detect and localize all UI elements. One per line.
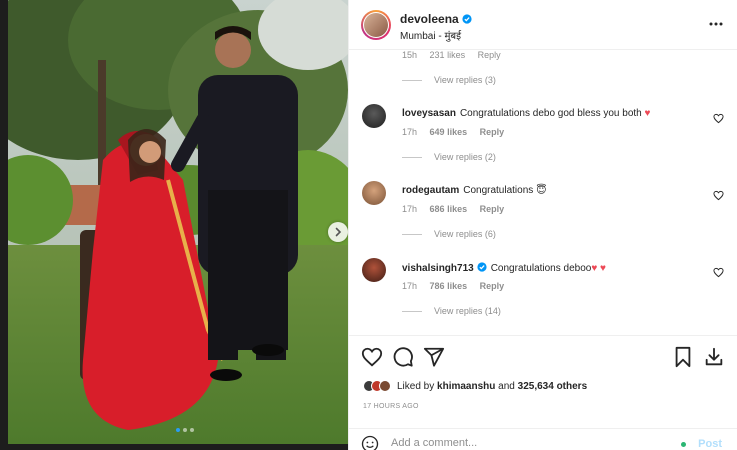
comment-icon[interactable] — [392, 346, 414, 368]
view-replies-label[interactable]: View replies (3) — [434, 75, 496, 85]
view-replies-label[interactable]: View replies (6) — [434, 229, 496, 239]
comment-body: Congratulations — [463, 185, 534, 196]
liker-avatar[interactable] — [379, 380, 391, 392]
view-replies-label[interactable]: View replies (14) — [434, 306, 501, 316]
reply-button[interactable]: Reply — [480, 204, 505, 214]
reply-button[interactable]: Reply — [480, 127, 505, 137]
reply-button[interactable]: Reply — [478, 50, 501, 60]
chevron-right-icon — [335, 227, 342, 237]
comment-text: loveysasan Congratulations debo god bless… — [402, 108, 650, 119]
likes-text: Liked by khimaanshu and 325,634 others — [397, 381, 587, 392]
emoji-icon[interactable] — [361, 435, 379, 450]
carousel-dot — [183, 428, 187, 432]
comment-like-heart-icon[interactable] — [713, 267, 724, 278]
post-location[interactable]: Mumbai - मुंबई — [400, 28, 461, 42]
comment-meta-partial: 15h 231 likes Reply — [402, 50, 511, 60]
download-icon[interactable] — [703, 346, 725, 368]
post-timestamp[interactable]: 17 HOURS AGO — [363, 403, 419, 410]
comment-time: 17h — [402, 281, 418, 291]
comment-meta: 17h 686 likes Reply — [402, 204, 514, 214]
comment-item: vishalsingh713 Congratulations deboo♥ ♥ 1… — [349, 258, 737, 298]
likes-count[interactable]: 325,634 others — [518, 381, 588, 392]
comment-meta: 17h 649 likes Reply — [402, 127, 514, 137]
comment-body: Congratulations deboo — [490, 263, 592, 274]
comment-likes[interactable]: 686 likes — [430, 204, 468, 214]
commenter-username[interactable]: vishalsingh713 — [402, 263, 474, 274]
view-replies-button[interactable]: View replies (2) — [402, 152, 496, 162]
add-comment-bar: Post — [349, 428, 737, 450]
author-avatar[interactable] — [361, 10, 391, 40]
comment-time: 15h — [402, 50, 418, 60]
verified-badge-icon — [462, 14, 472, 24]
bookmark-icon[interactable] — [672, 346, 694, 368]
comment-body: Congratulations debo god bless you both — [459, 108, 642, 119]
post-button[interactable]: Post — [698, 438, 722, 450]
post-actions — [349, 335, 737, 375]
likes-and: and — [498, 380, 515, 392]
comment-item: rodegautam Congratulations 😇 17h 686 like… — [349, 181, 737, 221]
comment-like-heart-icon[interactable] — [713, 190, 724, 201]
carousel-dots — [176, 428, 194, 432]
commenter-username[interactable]: loveysasan — [402, 108, 456, 119]
emoji: 😇 — [536, 185, 547, 196]
next-photo-button[interactable] — [328, 222, 348, 242]
comment-likes[interactable]: 786 likes — [430, 281, 468, 291]
comment-time: 17h — [402, 204, 418, 214]
comment-text: vishalsingh713 Congratulations deboo♥ ♥ — [402, 262, 606, 274]
photo-bottom-edge — [8, 444, 348, 450]
reply-button[interactable]: Reply — [480, 281, 505, 291]
left-edge — [0, 0, 8, 450]
likes-prefix: Liked by — [397, 380, 435, 392]
view-replies-button[interactable]: View replies (6) — [402, 229, 496, 239]
comment-time: 17h — [402, 127, 418, 137]
comment-text: rodegautam Congratulations 😇 — [402, 185, 547, 196]
commenter-avatar[interactable] — [362, 104, 386, 128]
view-replies-label[interactable]: View replies (2) — [434, 152, 496, 162]
comment-likes[interactable]: 649 likes — [430, 127, 468, 137]
comments-list[interactable]: 15h 231 likes Reply View replies (3) lov… — [349, 50, 737, 335]
heart-emoji: ♥ — [644, 108, 651, 119]
comment-input[interactable] — [391, 437, 671, 449]
carousel-dot — [176, 428, 180, 432]
comment-like-heart-icon[interactable] — [713, 113, 724, 124]
heart-icon[interactable] — [361, 346, 383, 368]
wedding-photo-image — [8, 0, 348, 444]
commenter-username[interactable]: rodegautam — [402, 185, 459, 196]
carousel-dot — [190, 428, 194, 432]
share-icon[interactable] — [423, 346, 445, 368]
post-sidebar: devoleena Mumbai - मुंबई 15h 231 likes R… — [348, 0, 737, 450]
liker-username[interactable]: khimaanshu — [437, 381, 495, 392]
heart-emoji: ♥ ♥ — [591, 263, 606, 274]
comment-likes[interactable]: 231 likes — [430, 50, 466, 60]
view-replies-button[interactable]: View replies (3) — [402, 75, 496, 85]
view-replies-button[interactable]: View replies (14) — [402, 306, 501, 316]
verified-badge-icon — [477, 262, 487, 272]
author-username[interactable]: devoleena — [400, 12, 472, 26]
likes-summary: Liked by khimaanshu and 325,634 others — [363, 378, 587, 394]
commenter-avatar[interactable] — [362, 181, 386, 205]
status-dot — [681, 442, 686, 447]
comment-item: loveysasan Congratulations debo god bless… — [349, 104, 737, 144]
author-username-text[interactable]: devoleena — [400, 12, 459, 26]
post-header: devoleena Mumbai - मुंबई — [349, 0, 737, 50]
post-photo[interactable] — [8, 0, 348, 444]
comment-meta: 17h 786 likes Reply — [402, 281, 514, 291]
more-icon[interactable] — [708, 16, 724, 32]
commenter-avatar[interactable] — [362, 258, 386, 282]
